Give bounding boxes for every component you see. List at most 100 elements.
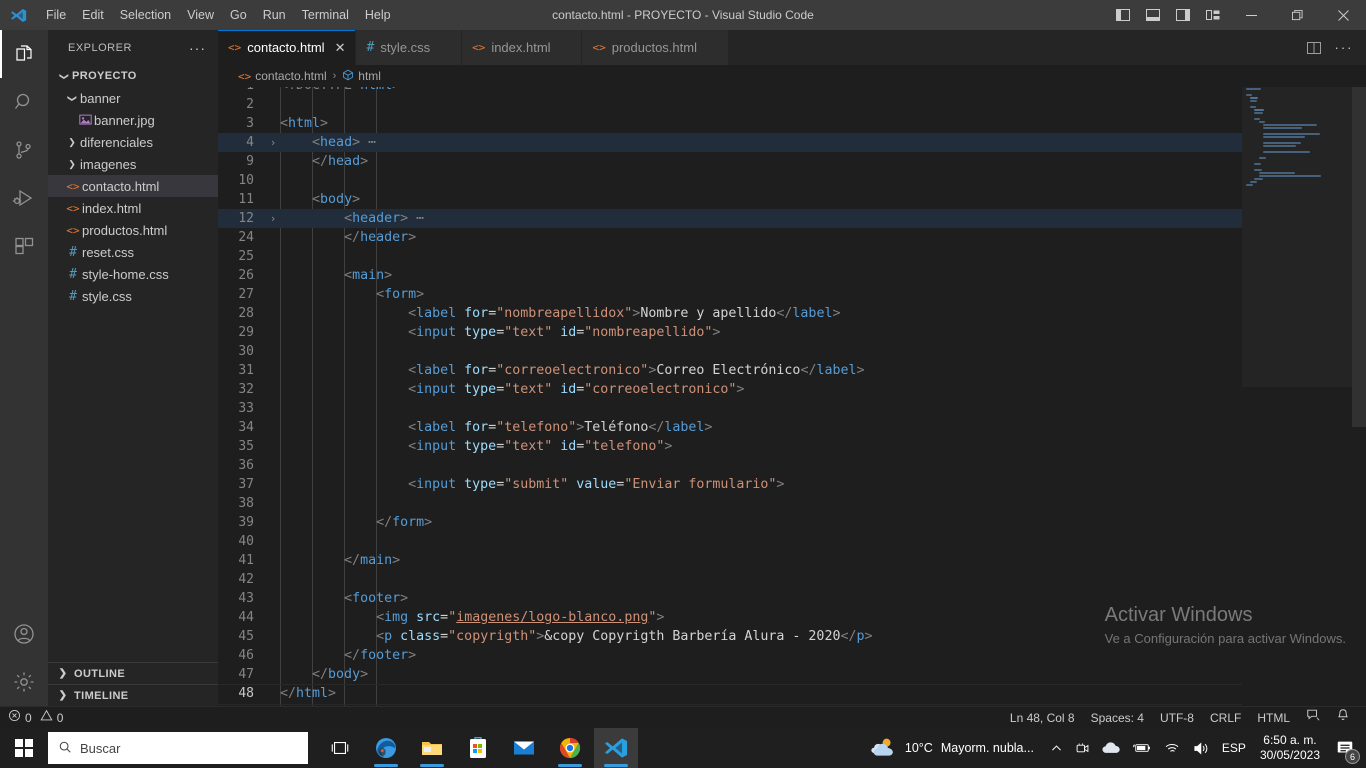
minimap[interactable] — [1242, 87, 1352, 706]
minimize-button[interactable] — [1228, 0, 1274, 30]
camera-icon[interactable] — [1069, 728, 1096, 768]
battery-icon[interactable] — [1126, 728, 1158, 768]
code-line[interactable]: 38 — [218, 494, 1366, 513]
code-line[interactable]: 34 <label for="telefono">Teléfono</label… — [218, 418, 1366, 437]
code-line[interactable]: 9 </head> — [218, 152, 1366, 171]
taskbar-app-microsoft-edge[interactable] — [364, 728, 408, 768]
taskbar-app-visual-studio-code[interactable] — [594, 728, 638, 768]
menu-run[interactable]: Run — [255, 0, 294, 30]
code-line[interactable]: 12 › <header> ⋯ — [218, 209, 1366, 228]
tree-item-imagenes[interactable]: ❯ imagenes — [48, 153, 218, 175]
panel-left-icon[interactable] — [1108, 0, 1138, 30]
taskbar-app-microsoft-store[interactable] — [456, 728, 500, 768]
code-line[interactable]: 36 — [218, 456, 1366, 475]
notification-center-icon[interactable]: 6 — [1328, 728, 1362, 768]
code-line[interactable]: 40 — [218, 532, 1366, 551]
section-timeline[interactable]: ❯ TIMELINE — [48, 684, 218, 706]
fold-icon[interactable]: › — [266, 133, 280, 152]
code-line[interactable]: 39 </form> — [218, 513, 1366, 532]
code-line[interactable]: 46 </footer> — [218, 646, 1366, 665]
code-line[interactable]: 25 — [218, 247, 1366, 266]
code-line[interactable]: 35 <input type="text" id="telefono"> — [218, 437, 1366, 456]
menu-edit[interactable]: Edit — [74, 0, 112, 30]
status-eol[interactable]: CRLF — [1202, 707, 1249, 729]
wifi-icon[interactable] — [1158, 728, 1187, 768]
status-cursor-position[interactable]: Ln 48, Col 8 — [1002, 707, 1083, 729]
breadcrumb-file[interactable]: contacto.html — [255, 69, 326, 83]
tree-item-proyecto[interactable]: ❯ PROYECTO — [48, 65, 218, 87]
code-line[interactable]: 27 <form> — [218, 285, 1366, 304]
code-line[interactable]: 44 <img src="imagenes/logo-blanco.png"> — [218, 608, 1366, 627]
task-view-icon[interactable] — [318, 728, 362, 768]
activity-search[interactable] — [0, 78, 48, 126]
code-line[interactable]: 28 <label for="nombreapellidox">Nombre y… — [218, 304, 1366, 323]
code-line[interactable]: 4 › <head> ⋯ — [218, 133, 1366, 152]
tree-item-reset-css[interactable]: # reset.css — [48, 241, 218, 263]
tab-productos-html[interactable]: <>productos.html✕ — [582, 30, 729, 65]
feedback-icon[interactable] — [1298, 707, 1328, 729]
tree-item-productos-html[interactable]: <> productos.html — [48, 219, 218, 241]
code-line[interactable]: 32 <input type="text" id="correoelectron… — [218, 380, 1366, 399]
language-indicator[interactable]: ESP — [1216, 728, 1252, 768]
code-line[interactable]: 41 </main> — [218, 551, 1366, 570]
code-line[interactable]: 48 </html> — [218, 684, 1366, 705]
code-line[interactable]: 26 <main> — [218, 266, 1366, 285]
code-line[interactable]: 2 — [218, 95, 1366, 114]
tab-contacto-html[interactable]: <> contacto.html ✕ — [218, 30, 357, 65]
tab-style-css[interactable]: #style.css✕ — [356, 30, 463, 65]
status-indentation[interactable]: Spaces: 4 — [1083, 707, 1152, 729]
windows-start-icon[interactable] — [0, 728, 48, 768]
code-line[interactable]: 42 — [218, 570, 1366, 589]
taskbar-app-mail[interactable] — [502, 728, 546, 768]
taskbar-search-input[interactable]: Buscar — [48, 732, 308, 764]
activity-source-control[interactable] — [0, 126, 48, 174]
tab-close-icon[interactable]: ✕ — [335, 40, 346, 56]
menu-file[interactable]: File — [38, 0, 74, 30]
code-line[interactable]: 30 — [218, 342, 1366, 361]
tree-item-style-home-css[interactable]: # style-home.css — [48, 263, 218, 285]
code-editor[interactable]: 1 <!DOCTYPE html> 2 3 <html> 4 › <head> ⋯ 9 </h… — [218, 87, 1366, 706]
taskbar-app-google-chrome[interactable] — [548, 728, 592, 768]
activity-explorer[interactable] — [0, 30, 48, 78]
menu-selection[interactable]: Selection — [112, 0, 179, 30]
activity-manage-gear-icon[interactable] — [0, 658, 48, 706]
activity-run-debug[interactable] — [0, 174, 48, 222]
status-language-mode[interactable]: HTML — [1249, 707, 1298, 729]
code-line[interactable]: 3 <html> — [218, 114, 1366, 133]
taskbar-clock[interactable]: 6:50 a. m. 30/05/2023 — [1252, 733, 1328, 763]
more-actions-icon[interactable]: ··· — [1330, 34, 1358, 62]
code-line[interactable]: 31 <label for="correoelectronico">Correo… — [218, 361, 1366, 380]
code-line[interactable]: 33 — [218, 399, 1366, 418]
close-button[interactable] — [1320, 0, 1366, 30]
menu-view[interactable]: View — [179, 0, 222, 30]
tree-item-diferenciales[interactable]: ❯ diferenciales — [48, 131, 218, 153]
menu-terminal[interactable]: Terminal — [294, 0, 357, 30]
scrollbar-thumb[interactable] — [1352, 87, 1366, 427]
tab-index-html[interactable]: <>index.html✕ — [462, 30, 583, 65]
taskbar-app-file-explorer[interactable] — [410, 728, 454, 768]
editor-vertical-scrollbar[interactable] — [1352, 87, 1366, 706]
chevron-up-icon[interactable] — [1044, 728, 1069, 768]
explorer-more-icon[interactable]: ··· — [183, 40, 212, 56]
tree-item-style-css[interactable]: # style.css — [48, 285, 218, 307]
taskbar-weather[interactable]: 10°C Mayorm. nubla... — [861, 736, 1044, 761]
section-outline[interactable]: ❯ OUTLINE — [48, 662, 218, 684]
code-line[interactable]: 10 — [218, 171, 1366, 190]
fold-icon[interactable]: › — [266, 209, 280, 228]
status-encoding[interactable]: UTF-8 — [1152, 707, 1202, 729]
code-line[interactable]: 29 <input type="text" id="nombreapellido… — [218, 323, 1366, 342]
code-line[interactable]: 47 </body> — [218, 665, 1366, 684]
split-editor-icon[interactable] — [1300, 34, 1328, 62]
panel-right-icon[interactable] — [1168, 0, 1198, 30]
activity-accounts[interactable] — [0, 610, 48, 658]
code-line[interactable]: 11 <body> — [218, 190, 1366, 209]
panel-bottom-icon[interactable] — [1138, 0, 1168, 30]
maximize-button[interactable] — [1274, 0, 1320, 30]
tree-item-banner-jpg[interactable]: banner.jpg — [48, 109, 218, 131]
menu-help[interactable]: Help — [357, 0, 399, 30]
code-line[interactable]: 45 <p class="copyrigth">&copy Copyrigth … — [218, 627, 1366, 646]
activity-extensions[interactable] — [0, 222, 48, 270]
bell-icon[interactable] — [1328, 707, 1358, 729]
code-line[interactable]: 43 <footer> — [218, 589, 1366, 608]
code-line[interactable]: 24 </header> — [218, 228, 1366, 247]
